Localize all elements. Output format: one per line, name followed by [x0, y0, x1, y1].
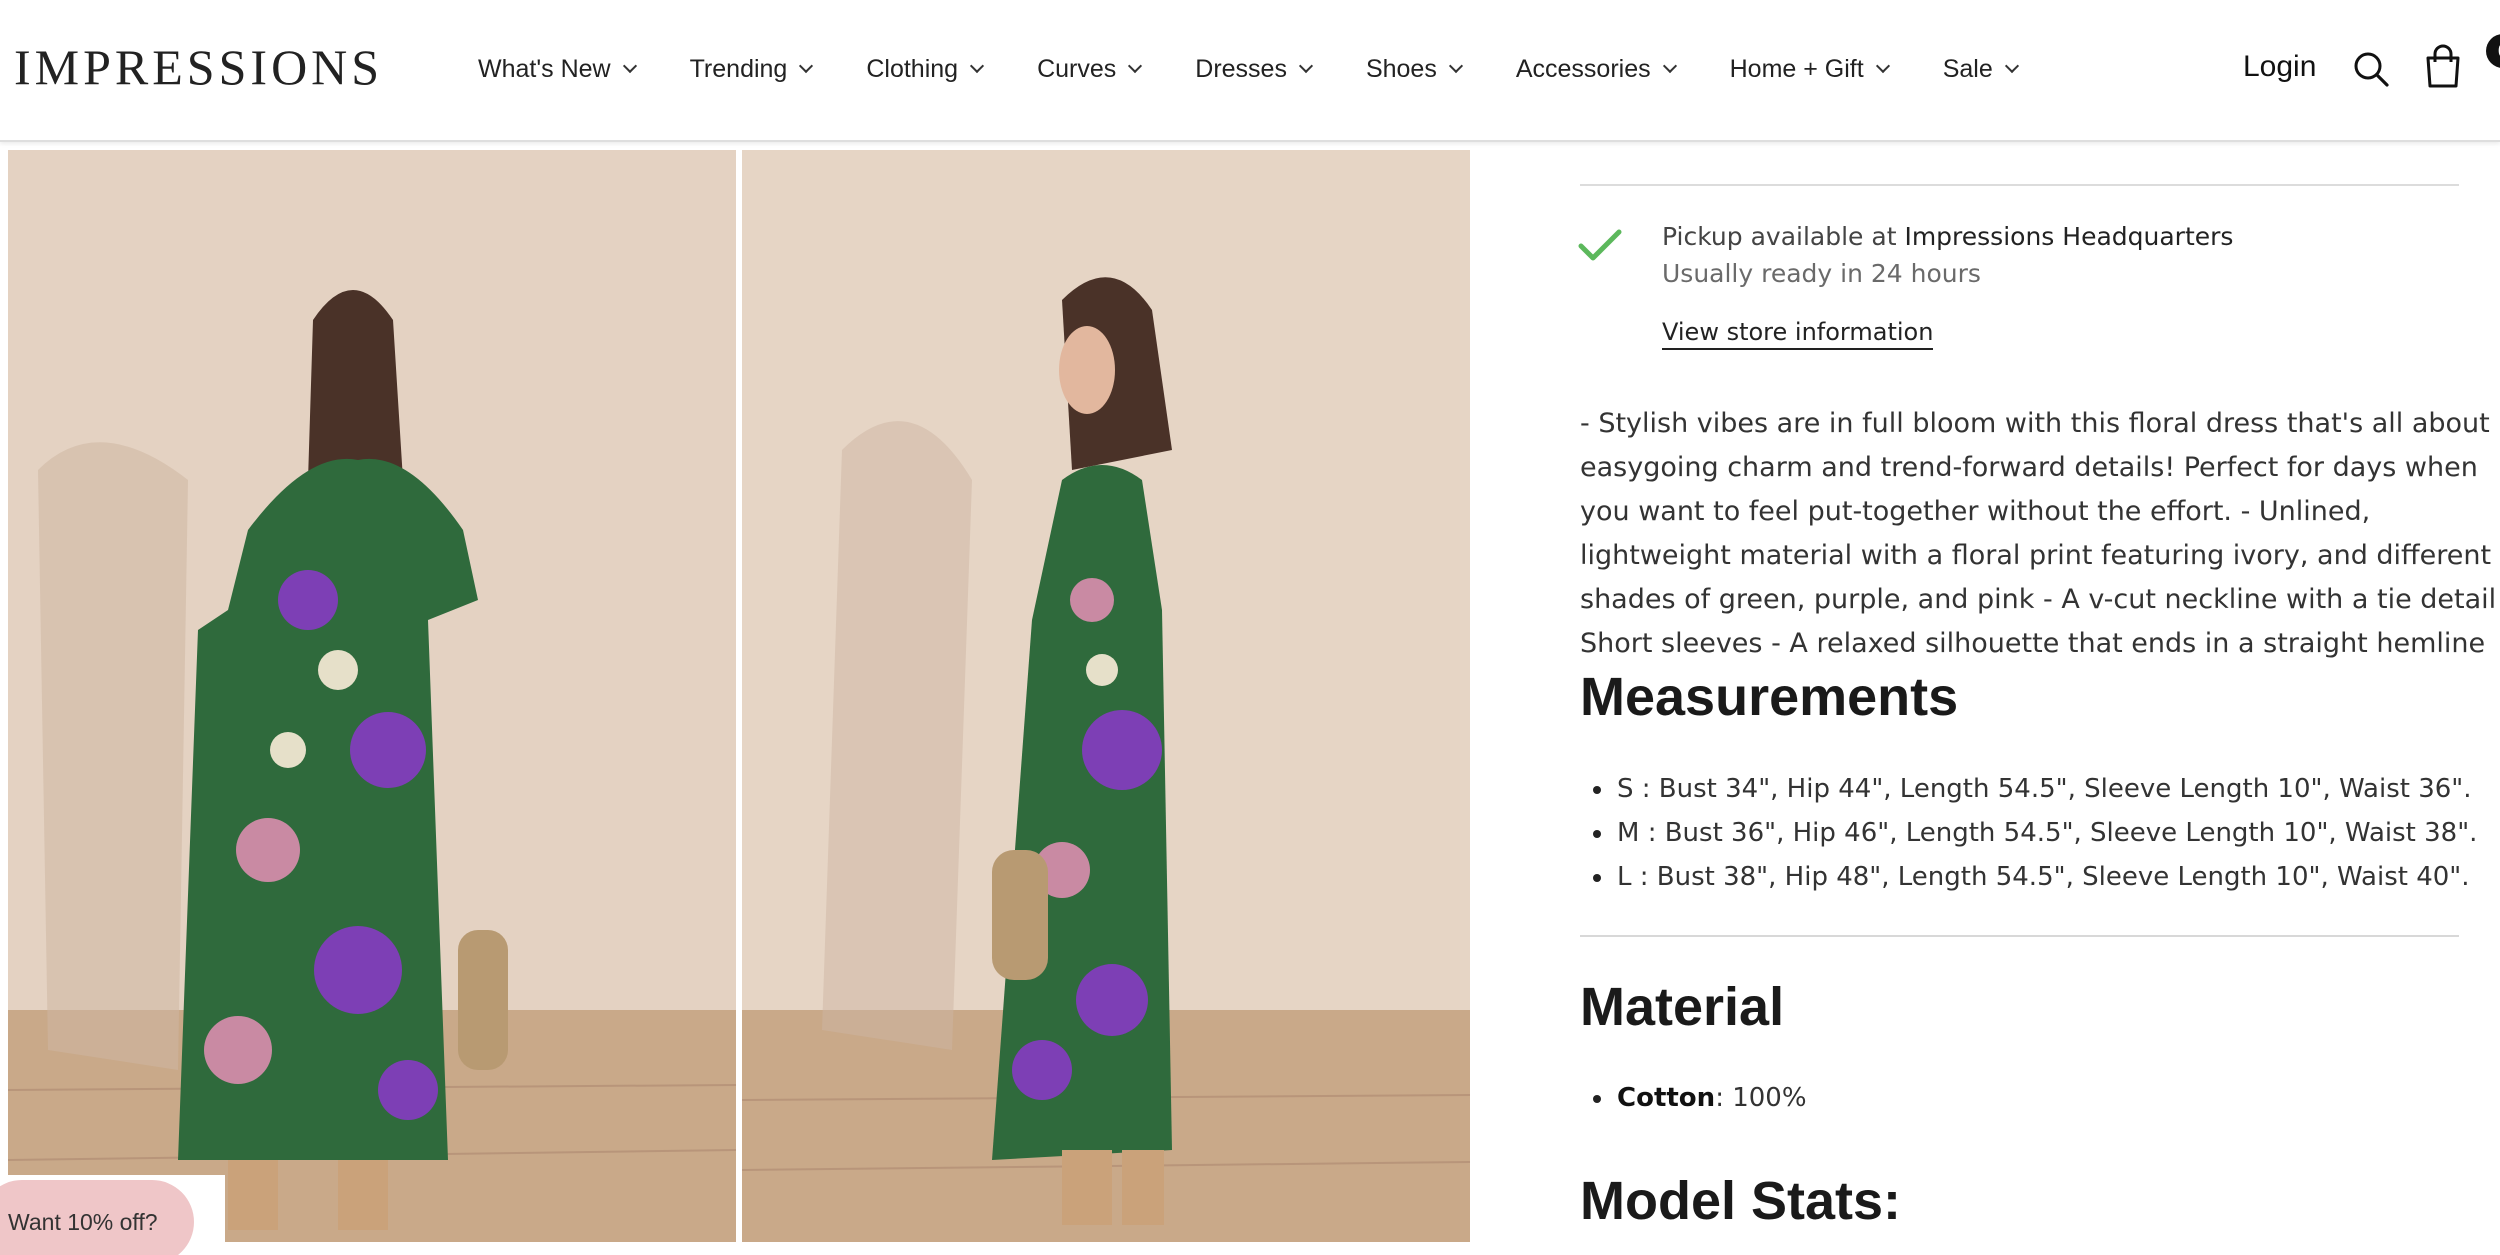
- section-divider: [1580, 935, 2459, 937]
- measurements-heading: Measurements: [1580, 667, 1959, 727]
- pickup-prefix: Pickup available at: [1662, 222, 1905, 251]
- cart-count-badge: 0: [2486, 34, 2500, 68]
- material-fabric: Cotton: [1617, 1083, 1716, 1113]
- product-photo-back: [8, 150, 736, 1242]
- measurement-item-s: S : Bust 34", Hip 44", Length 54.5", Sle…: [1593, 767, 2477, 811]
- description-line: lightweight material with a floral print…: [1580, 540, 2492, 571]
- section-divider: [1580, 184, 2459, 186]
- nav-label: Trending: [689, 54, 788, 83]
- material-list: Cotton: 100%: [1593, 1076, 1807, 1120]
- product-description: - Stylish vibes are in full bloom with t…: [1580, 402, 2500, 666]
- measurements-list: S : Bust 34", Hip 44", Length 54.5", Sle…: [1593, 767, 2477, 899]
- chevron-down-icon: [2004, 58, 2019, 74]
- nav-label: Accessories: [1515, 54, 1651, 83]
- nav-label: Shoes: [1365, 54, 1437, 83]
- chevron-down-icon: [622, 58, 637, 74]
- discount-popup-button[interactable]: Want 10% off?: [0, 1180, 194, 1255]
- description-line: Short sleeves - A relaxed silhouette tha…: [1580, 628, 2486, 659]
- material-percent: : 100%: [1715, 1083, 1807, 1113]
- chevron-down-icon: [1448, 58, 1463, 74]
- nav-clothing[interactable]: Clothing: [866, 54, 985, 84]
- nav-label: Clothing: [866, 54, 959, 83]
- nav-shoes[interactable]: Shoes: [1365, 54, 1463, 84]
- chevron-down-icon: [1662, 58, 1677, 74]
- cart-icon[interactable]: [2420, 44, 2466, 90]
- measurement-item-m: M : Bust 36", Hip 46", Length 54.5", Sle…: [1593, 811, 2477, 855]
- chevron-down-icon: [970, 58, 985, 74]
- nav-home-gift[interactable]: Home + Gift: [1729, 54, 1890, 84]
- nav-accessories[interactable]: Accessories: [1515, 54, 1677, 84]
- model-stats-heading: Model Stats:: [1580, 1171, 1902, 1231]
- nav-label: Home + Gift: [1729, 54, 1864, 83]
- description-line: shades of green, purple, and pink - A v-…: [1580, 584, 2500, 615]
- nav-label: Dresses: [1195, 54, 1287, 83]
- check-icon: [1578, 229, 1622, 261]
- nav-label: Curves: [1037, 54, 1117, 83]
- description-line: - Stylish vibes are in full bloom with t…: [1580, 408, 2490, 439]
- chevron-down-icon: [1298, 58, 1314, 74]
- description-line: easygoing charm and trend-forward detail…: [1580, 452, 2478, 483]
- nav-trending[interactable]: Trending: [689, 54, 814, 84]
- search-icon[interactable]: [2352, 50, 2390, 88]
- chevron-down-icon: [1875, 58, 1890, 74]
- product-image-side[interactable]: [742, 150, 1470, 1242]
- nav-dresses[interactable]: Dresses: [1195, 54, 1314, 84]
- view-store-information-link[interactable]: View store information: [1662, 318, 1934, 350]
- nav-label: Sale: [1942, 54, 1993, 83]
- nav-sale[interactable]: Sale: [1942, 54, 2019, 84]
- chevron-down-icon: [799, 58, 814, 74]
- material-heading: Material: [1580, 977, 1785, 1037]
- login-link[interactable]: Login: [2243, 50, 2316, 84]
- description-line: you want to feel put-together without th…: [1580, 496, 2371, 527]
- measurement-item-l: L : Bust 38", Hip 48", Length 54.5", Sle…: [1593, 855, 2477, 899]
- nav-label: What's New: [478, 54, 611, 83]
- product-image-back[interactable]: [8, 150, 736, 1242]
- product-photo-side: [742, 150, 1470, 1242]
- main-nav: What's New Trending Clothing Curves Dres…: [478, 0, 2072, 138]
- material-item: Cotton: 100%: [1593, 1076, 1807, 1120]
- site-logo[interactable]: IMPRESSIONS: [14, 38, 383, 96]
- nav-whats-new[interactable]: What's New: [478, 54, 637, 84]
- site-header: IMPRESSIONS What's New Trending Clothing…: [0, 0, 2500, 142]
- pickup-ready-time: Usually ready in 24 hours: [1662, 259, 1981, 288]
- chevron-down-icon: [1128, 58, 1143, 74]
- pickup-availability: Pickup available at Impressions Headquar…: [1662, 222, 2233, 251]
- pickup-location: Impressions Headquarters: [1904, 222, 2234, 251]
- nav-curves[interactable]: Curves: [1037, 54, 1143, 84]
